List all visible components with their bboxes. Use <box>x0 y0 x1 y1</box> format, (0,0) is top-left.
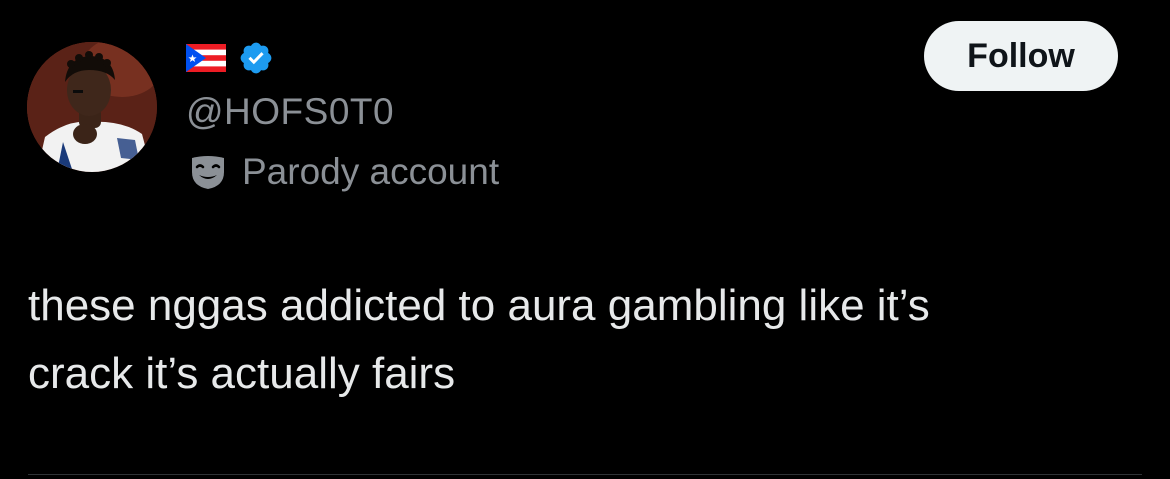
parody-mask-icon <box>192 156 224 189</box>
tweet-text: these nggas addicted to aura gambling li… <box>28 281 930 398</box>
author-name-row <box>186 40 274 76</box>
verified-badge-icon[interactable] <box>238 40 274 76</box>
parody-label-row: Parody account <box>188 148 499 196</box>
author-avatar[interactable] <box>27 42 157 172</box>
follow-button[interactable]: Follow <box>924 21 1118 91</box>
avatar-image <box>27 42 157 172</box>
tweet-card: @HOFS0T0 Parody account Follow these ngg… <box>0 0 1170 479</box>
puerto-rico-flag-icon <box>186 44 226 72</box>
divider <box>28 474 1142 475</box>
parody-account-label: Parody account <box>242 151 500 192</box>
author-handle[interactable]: @HOFS0T0 <box>186 90 394 134</box>
